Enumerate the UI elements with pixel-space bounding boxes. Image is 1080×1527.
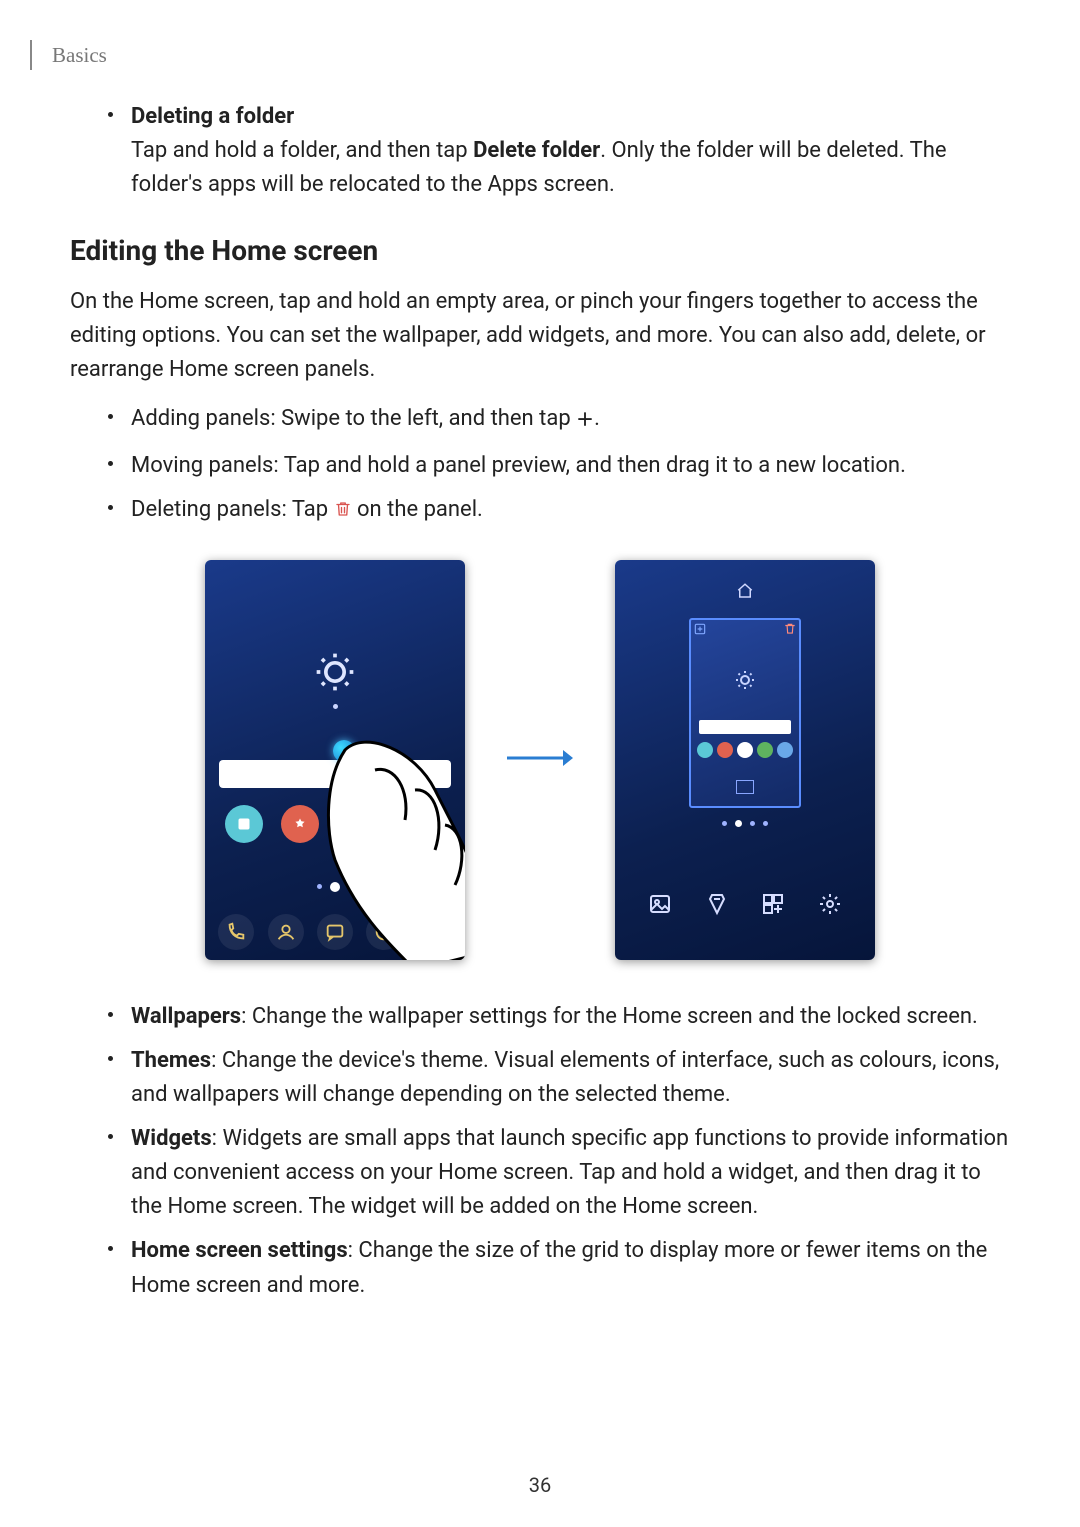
option-desc: : Widgets are small apps that launch spe…: [131, 1126, 1008, 1219]
option-desc: : Change the device's theme. Visual elem…: [131, 1048, 999, 1107]
deleting-folder-text: Tap and hold a folder, and then tap Dele…: [131, 134, 1010, 202]
bullet-icon: [108, 1012, 113, 1017]
list-item: Deleting panels: Tap on the panel.: [108, 493, 1010, 530]
widgets-icon: [761, 892, 785, 920]
editing-heading: Editing the Home screen: [70, 234, 1010, 267]
wallpapers-icon: [648, 892, 672, 920]
editing-bullets: Adding panels: Swipe to the left, and th…: [108, 402, 1010, 530]
settings-icon: [818, 892, 842, 920]
bullet-icon: [108, 1056, 113, 1061]
bullet-body: Wallpapers: Change the wallpaper setting…: [131, 1000, 1010, 1034]
option-label: Widgets: [131, 1126, 212, 1151]
phone-before: [205, 560, 465, 960]
deleting-folder-section: Deleting a folder Tap and hold a folder,…: [108, 100, 1010, 202]
bullet-icon: [108, 112, 113, 117]
page-indicator: [722, 820, 768, 827]
home-icon: [736, 582, 754, 604]
text-fragment: Tap and hold a folder, and then tap: [131, 138, 473, 163]
pinch-hand-illustration: [295, 710, 465, 960]
page-content: Deleting a folder Tap and hold a folder,…: [70, 100, 1010, 1315]
bullet-body: Deleting a folder Tap and hold a folder,…: [131, 100, 1010, 202]
phone-after: [615, 560, 875, 960]
option-label: Wallpapers: [131, 1004, 241, 1029]
panel-preview: [689, 618, 801, 808]
panel-add-icon: [689, 618, 711, 640]
themes-icon: [705, 892, 729, 920]
text-fragment: Deleting panels: Tap: [131, 497, 334, 522]
search-bar-mini: [699, 720, 791, 734]
edit-options-row: [615, 892, 875, 920]
header-section-label: Basics: [52, 43, 107, 68]
weather-mini-icon: [733, 668, 757, 696]
option-desc: : Change the wallpaper settings for the …: [241, 1004, 978, 1029]
panel-delete-icon: [779, 618, 801, 640]
list-item: Home screen settings: Change the size of…: [108, 1234, 1010, 1302]
wallpaper-thumb-icon: [736, 780, 754, 794]
list-item: Widgets: Widgets are small apps that lau…: [108, 1122, 1010, 1224]
bullet-icon: [108, 414, 113, 419]
editing-intro: On the Home screen, tap and hold an empt…: [70, 285, 1010, 387]
app-icon: [225, 805, 263, 843]
bullet-icon: [108, 1134, 113, 1139]
delete-folder-action: Delete folder: [473, 138, 600, 163]
header-divider: [30, 40, 32, 70]
text-fragment: on the panel.: [352, 497, 483, 522]
list-item: Deleting a folder Tap and hold a folder,…: [108, 100, 1010, 202]
list-item: Wallpapers: Change the wallpaper setting…: [108, 1000, 1010, 1034]
page-number: 36: [529, 1473, 551, 1497]
option-label: Home screen settings: [131, 1238, 348, 1263]
list-item: Moving panels: Tap and hold a panel prev…: [108, 449, 1010, 483]
bullet-body: Adding panels: Swipe to the left, and th…: [131, 402, 1010, 439]
phone-icon: [218, 914, 254, 950]
plus-icon: [576, 405, 594, 439]
trash-icon: [334, 496, 352, 530]
bullet-icon: [108, 505, 113, 510]
page-header: Basics: [30, 40, 107, 70]
bullet-body: Themes: Change the device's theme. Visua…: [131, 1044, 1010, 1112]
list-item: Adding panels: Swipe to the left, and th…: [108, 402, 1010, 439]
bullet-body: Moving panels: Tap and hold a panel prev…: [131, 449, 1010, 483]
option-label: Themes: [131, 1048, 211, 1073]
editing-figure: [70, 560, 1010, 960]
deleting-folder-title: Deleting a folder: [131, 100, 1010, 134]
text-fragment: .: [594, 406, 600, 431]
bullet-icon: [108, 461, 113, 466]
bullet-body: Home screen settings: Change the size of…: [131, 1234, 1010, 1302]
weather-widget: [313, 650, 357, 709]
app-row-mini: [697, 742, 793, 758]
arrow-right-icon: [505, 746, 575, 774]
bullet-body: Deleting panels: Tap on the panel.: [131, 493, 1010, 530]
options-list: Wallpapers: Change the wallpaper setting…: [108, 1000, 1010, 1303]
list-item: Themes: Change the device's theme. Visua…: [108, 1044, 1010, 1112]
bullet-icon: [108, 1246, 113, 1251]
bullet-body: Widgets: Widgets are small apps that lau…: [131, 1122, 1010, 1224]
text-fragment: Adding panels: Swipe to the left, and th…: [131, 406, 576, 431]
